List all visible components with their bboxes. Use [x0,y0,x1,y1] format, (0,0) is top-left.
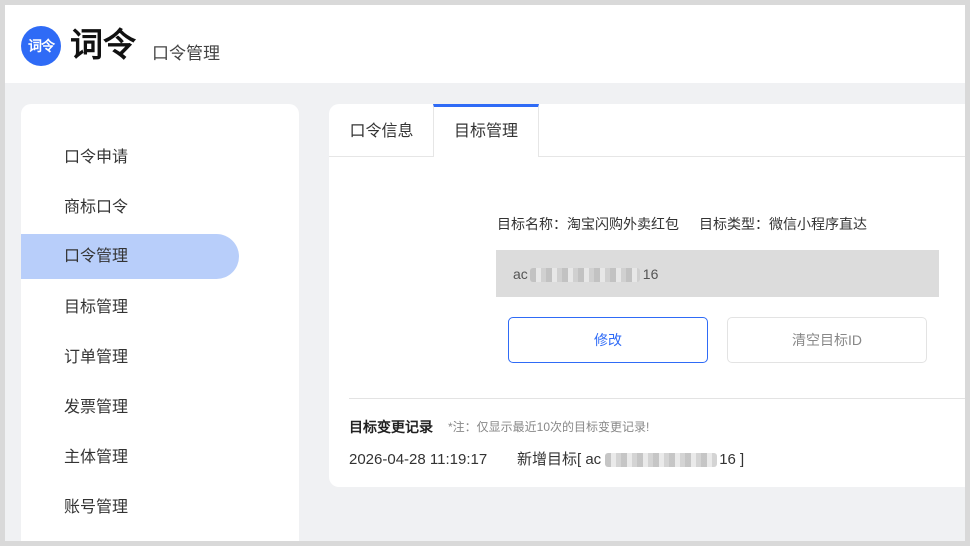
target-type-value: 微信小程序直达 [769,216,867,232]
log-entry-action: 新增目标[ ac 16 ] [517,450,757,470]
clear-target-id-button[interactable]: 清空目标ID [727,317,927,363]
sidebar-item-target-management[interactable]: 目标管理 [21,285,239,330]
sidebar-item-entities[interactable]: 主体管理 [21,435,239,480]
sidebar-item-command-management[interactable]: 口令管理 [21,234,239,279]
sidebar-item-trademark[interactable]: 商标口令 [21,185,239,230]
edit-button[interactable]: 修改 [508,317,708,363]
brand-name: 词令 [70,26,136,63]
sidebar-item-accounts[interactable]: 账号管理 [21,485,239,530]
target-id-suffix: 16 [642,266,659,282]
brand-logo-icon: 词令 [21,26,61,66]
app-frame: 词令 词令 口令管理 口令申请 商标口令 口令管理 目标管理 订单管理 发票管理… [5,5,965,541]
target-id-field: ac 16 [496,250,939,297]
log-entry-action-suffix: 16 ] [719,451,745,468]
sidebar: 口令申请 商标口令 口令管理 目标管理 订单管理 发票管理 主体管理 账号管理 [21,104,299,541]
target-id-prefix: ac [513,266,528,282]
target-name-label: 目标名称： [497,216,567,232]
main-panel: 口令信息 目标管理 目标名称：淘宝闪购外卖红包 目标类型：微信小程序直达 ac 16… [329,104,965,487]
log-entry-action-prefix: 新增目标[ ac [517,451,602,468]
page-title: 口令管理 [152,44,220,63]
change-log-title: 目标变更记录 [349,419,433,435]
sidebar-item-orders[interactable]: 订单管理 [21,335,239,380]
redacted-blur [605,453,718,468]
target-type-label: 目标类型： [699,216,769,232]
sidebar-item-invoices[interactable]: 发票管理 [21,385,239,430]
tab-bar: 口令信息 目标管理 [329,104,965,157]
log-entry-time: 2026-04-28 11:19:17 [349,451,488,468]
target-id-value: ac 16 [513,264,658,284]
target-name-value: 淘宝闪购外卖红包 [567,216,679,232]
redacted-blur [529,268,640,283]
top-bar: 词令 词令 口令管理 [5,5,965,83]
tab-command-info[interactable]: 口令信息 [329,104,434,156]
change-log-note: *注：仅显示最近10次的目标变更记录! [448,420,650,434]
tab-target-management[interactable]: 目标管理 [433,104,539,157]
section-divider [349,398,965,399]
target-meta: 目标名称：淘宝闪购外卖红包 目标类型：微信小程序直达 [497,214,867,234]
sidebar-item-apply[interactable]: 口令申请 [21,135,239,180]
